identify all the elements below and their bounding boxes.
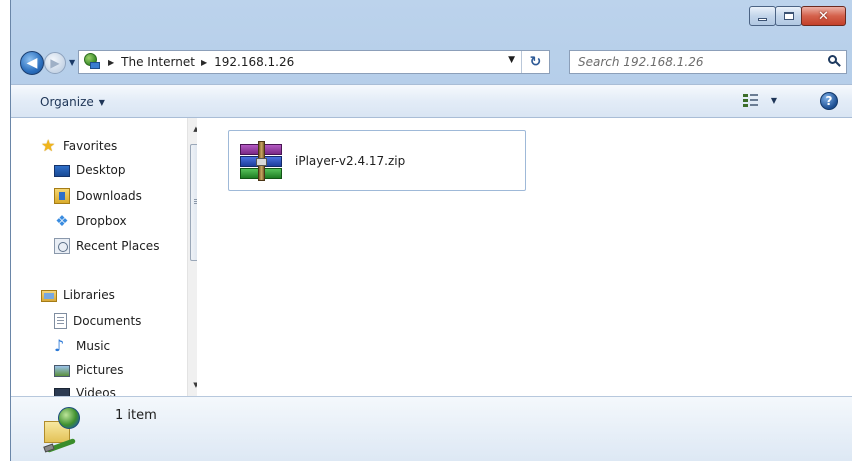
zip-archive-icon [236,138,286,184]
dropbox-icon: ❖ [55,212,69,230]
refresh-icon: ↻ [529,54,542,70]
sidebar-item-recent-places[interactable]: Recent Places [54,238,159,254]
sidebar-item-label: Dropbox [76,214,127,228]
minimize-button[interactable] [749,6,776,26]
sidebar-item-label: Recent Places [76,239,160,253]
details-pane: 1 item [11,396,852,461]
content-area: ★ Favorites Desktop Downloads ❖ Dropbox … [11,118,852,396]
sidebar-item-label: Downloads [76,189,142,203]
breadcrumb-host[interactable]: 192.168.1.26 [214,55,294,69]
navigation-pane-scrollbar[interactable]: ▲ ▼ [187,118,197,396]
back-arrow-icon: ◀ [26,55,38,71]
navigation-pane: ★ Favorites Desktop Downloads ❖ Dropbox … [11,118,197,396]
view-options-icon [742,93,758,107]
network-location-icon [82,53,102,71]
command-bar: Organize ▼ ▼ ? [11,84,852,118]
search-icon[interactable] [828,55,841,68]
music-icon: ♪ [54,336,65,355]
address-bar[interactable]: ▶ The Internet ▶ 192.168.1.26 ▼ ↻ [78,50,550,74]
file-list-pane: iPlayer-v2.4.17.zip [205,118,852,396]
breadcrumb-the-internet[interactable]: The Internet [121,55,195,69]
documents-icon [54,313,67,329]
downloads-icon [54,188,70,204]
minimize-icon [758,17,767,21]
refresh-button[interactable]: ↻ [521,51,549,73]
organize-menu-button[interactable]: Organize ▼ [40,95,105,109]
sidebar-item-documents[interactable]: Documents [54,313,141,329]
view-dropdown-icon[interactable]: ▼ [771,96,777,105]
help-icon: ? [825,94,833,108]
star-icon: ★ [41,136,56,155]
sidebar-item-libraries[interactable]: Libraries [41,288,115,302]
sidebar-item-desktop[interactable]: Desktop [54,163,126,177]
sidebar-item-music[interactable]: ♪ Music [54,338,110,354]
back-button[interactable]: ◀ [20,51,44,75]
file-name: iPlayer-v2.4.17.zip [295,153,406,168]
navigation-bar: ◀ ▶ ▼ ▶ The Internet ▶ 192.168.1.26 ▼ ↻ [11,44,852,80]
close-button[interactable]: ✕ [801,6,846,26]
sidebar-item-label: Pictures [76,363,124,377]
item-count: 1 item [115,408,157,423]
search-input[interactable] [578,52,818,72]
change-view-button[interactable]: ▼ [742,93,777,107]
organize-label: Organize [40,95,94,109]
close-icon: ✕ [818,8,829,24]
file-item[interactable]: iPlayer-v2.4.17.zip [228,130,526,191]
scroll-down-icon[interactable]: ▼ [188,377,197,393]
recent-places-icon [54,238,70,254]
help-button[interactable]: ? [820,92,838,110]
caption-buttons: ✕ [749,6,846,26]
desktop-icon [54,165,70,177]
sidebar-item-downloads[interactable]: Downloads [54,188,142,204]
sidebar-item-label: Favorites [63,139,118,153]
recent-pages-dropdown-icon[interactable]: ▼ [69,58,75,67]
maximize-button[interactable] [775,6,802,26]
sidebar-item-videos[interactable]: Videos [54,386,116,396]
forward-arrow-icon: ▶ [50,56,60,70]
libraries-icon [41,290,57,302]
scrollbar-grip-icon [194,199,197,205]
explorer-window: ✕ ◀ ▶ ▼ ▶ The Internet ▶ 192.168.1.26 ▼ … [10,0,852,461]
chevron-down-icon: ▼ [98,97,105,107]
search-box [569,50,847,74]
sidebar-item-label: Music [76,339,111,353]
breadcrumb-separator-icon[interactable]: ▶ [201,58,207,67]
sidebar-item-label: Documents [73,314,142,328]
address-history-dropdown-icon[interactable]: ▼ [508,55,515,65]
sidebar-item-pictures[interactable]: Pictures [54,363,124,377]
sidebar-item-label: Videos [76,386,116,396]
sidebar-item-dropbox[interactable]: ❖ Dropbox [54,212,127,230]
forward-button[interactable]: ▶ [44,52,66,74]
breadcrumb-separator-icon[interactable]: ▶ [108,58,114,67]
sidebar-item-favorites[interactable]: ★ Favorites [41,138,117,154]
maximize-icon [783,12,794,20]
title-bar: ✕ [11,0,852,44]
scrollbar-thumb[interactable] [190,144,197,261]
videos-icon [54,388,70,396]
sidebar-item-label: Libraries [63,288,115,302]
scroll-up-icon[interactable]: ▲ [188,121,197,137]
network-share-icon [38,405,86,453]
pictures-icon [54,365,70,377]
sidebar-item-label: Desktop [76,163,126,177]
